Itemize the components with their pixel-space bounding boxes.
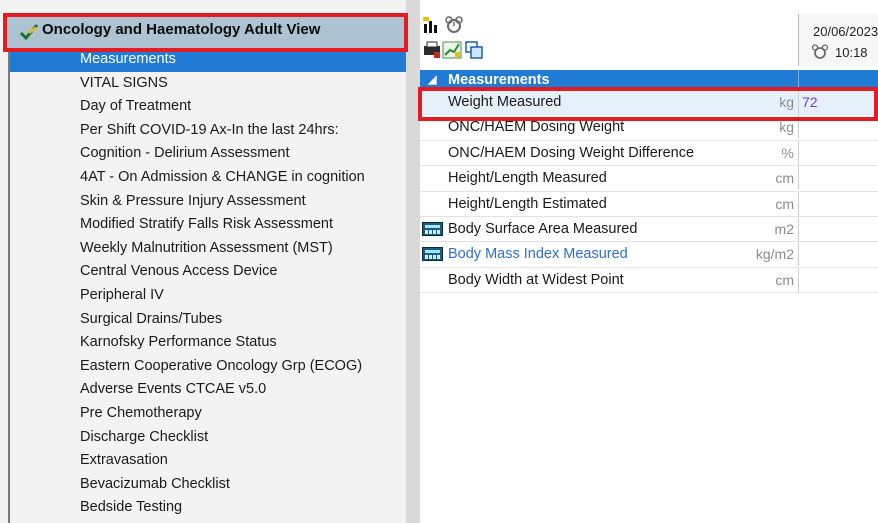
measurement-label: ONC/HAEM Dosing Weight Difference xyxy=(448,144,695,161)
column-separator xyxy=(798,191,799,216)
tree-item[interactable]: Discharge Checklist xyxy=(10,426,406,450)
measurement-label: Body Width at Widest Point xyxy=(448,271,624,288)
measurement-label: Body Mass Index Measured xyxy=(448,246,628,263)
measurement-unit: % xyxy=(781,144,794,161)
alarm-clock-icon[interactable] xyxy=(444,16,464,34)
tree-item[interactable]: Peripheral IV xyxy=(10,284,406,308)
tree-item[interactable]: Day of Treatment xyxy=(10,95,406,119)
print-icon[interactable] xyxy=(422,40,442,60)
measurement-row[interactable]: Body Surface Area Measured m2 xyxy=(420,216,878,243)
tree-item[interactable]: Bevacizumab Checklist xyxy=(10,473,406,497)
tree-item[interactable]: Pre Chemotherapy xyxy=(10,402,406,426)
measurement-row[interactable]: ONC/HAEM Dosing Weight Difference% xyxy=(420,140,878,167)
highlight-box-tree-header xyxy=(3,13,408,52)
column-date: 20/06/2023 xyxy=(813,24,878,39)
tree-list: Measurements VITAL SIGNS Day of Treatment P… xyxy=(10,48,406,520)
highlight-box-weight-row xyxy=(418,87,878,121)
tree-item[interactable]: Bedside Testing xyxy=(10,496,406,520)
column-separator xyxy=(798,216,799,241)
alarm-clock-icon xyxy=(811,44,829,59)
date-column-header[interactable]: 20/06/2023 10:18 xyxy=(798,14,878,66)
tree-item[interactable]: Per Shift COVID-19 Ax-In the last 24hrs: xyxy=(10,119,406,143)
measurement-label: Height/Length Estimated xyxy=(448,195,607,212)
calculator-icon[interactable] xyxy=(422,221,443,236)
column-separator xyxy=(798,166,799,191)
tree-item[interactable]: Central Venous Access Device xyxy=(10,260,406,284)
column-separator xyxy=(798,267,799,292)
tree-item[interactable]: Karnofsky Performance Status xyxy=(10,331,406,355)
graph-icon[interactable] xyxy=(442,40,462,60)
measurement-row[interactable]: Body Width at Widest Point cm xyxy=(420,267,878,294)
column-separator xyxy=(798,140,799,165)
measurement-row[interactable]: Height/Length Measured cm xyxy=(420,166,878,192)
tree-item[interactable]: Cognition - Delirium Assessment xyxy=(10,142,406,166)
column-separator xyxy=(798,242,799,267)
splitter[interactable] xyxy=(406,0,420,523)
measurement-unit: cm xyxy=(775,195,794,212)
tree-item[interactable]: Weekly Malnutrition Assessment (MST) xyxy=(10,237,406,261)
measurement-label: Body Surface Area Measured xyxy=(448,220,638,237)
tree-item[interactable]: Surgical Drains/Tubes xyxy=(10,308,406,332)
tree-item[interactable]: Modified Stratify Falls Risk Assessment xyxy=(10,213,406,237)
tree-item[interactable]: VITAL SIGNS xyxy=(10,72,406,96)
measurement-unit: cm xyxy=(775,170,794,187)
calculator-icon[interactable] xyxy=(422,247,443,262)
measurement-unit: cm xyxy=(775,271,794,288)
tree-item[interactable]: Skin & Pressure Injury Assessment xyxy=(10,190,406,214)
bar-chart-icon[interactable] xyxy=(422,16,442,34)
measurement-unit: m2 xyxy=(774,220,794,237)
measurement-row[interactable]: Height/Length Estimated cm xyxy=(420,191,878,217)
measurement-row[interactable]: Body Mass Index Measured kg/m2 xyxy=(420,242,878,268)
windows-icon[interactable] xyxy=(464,40,484,60)
tree-item[interactable]: Extravasation xyxy=(10,449,406,473)
measurement-label: Height/Length Measured xyxy=(448,170,607,187)
column-time: 10:18 xyxy=(835,45,868,60)
tree-item[interactable]: Eastern Cooperative Oncology Grp (ECOG) xyxy=(10,355,406,379)
measurement-unit: kg/m2 xyxy=(755,246,794,263)
tree-item[interactable]: 4AT - On Admission & CHANGE in cognition xyxy=(10,166,406,190)
tree-item[interactable]: Adverse Events CTCAE v5.0 xyxy=(10,378,406,402)
